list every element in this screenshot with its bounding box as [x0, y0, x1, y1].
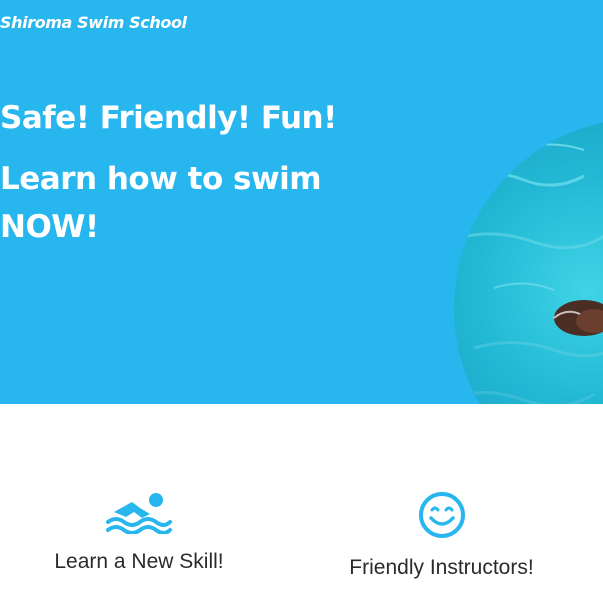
- hero-swimmer-photo: [454, 118, 603, 404]
- hero-section: Shiroma Swim School Safe! Friendly! Fun!…: [0, 0, 603, 404]
- brand-logo-text[interactable]: Shiroma Swim School: [0, 13, 187, 32]
- hero-subheadline-line1: Learn how to swim: [0, 161, 322, 197]
- feature-title-learn-skill: Learn a New Skill!: [54, 550, 224, 573]
- smile-icon: [418, 492, 465, 538]
- hero-subheadline-line2: NOW!: [0, 209, 99, 245]
- hero-headline: Safe! Friendly! Fun!: [0, 100, 337, 136]
- swimmer-icon: [106, 493, 172, 534]
- feature-learn-skill: Learn a New Skill!: [0, 490, 278, 574]
- hero-subheadline: Learn how to swim NOW!: [0, 155, 322, 251]
- pool-water-illustration: [454, 143, 603, 404]
- feature-title-friendly-instructors: Friendly Instructors!: [349, 556, 534, 579]
- feature-friendly-instructors: Friendly Instructors!: [300, 490, 583, 580]
